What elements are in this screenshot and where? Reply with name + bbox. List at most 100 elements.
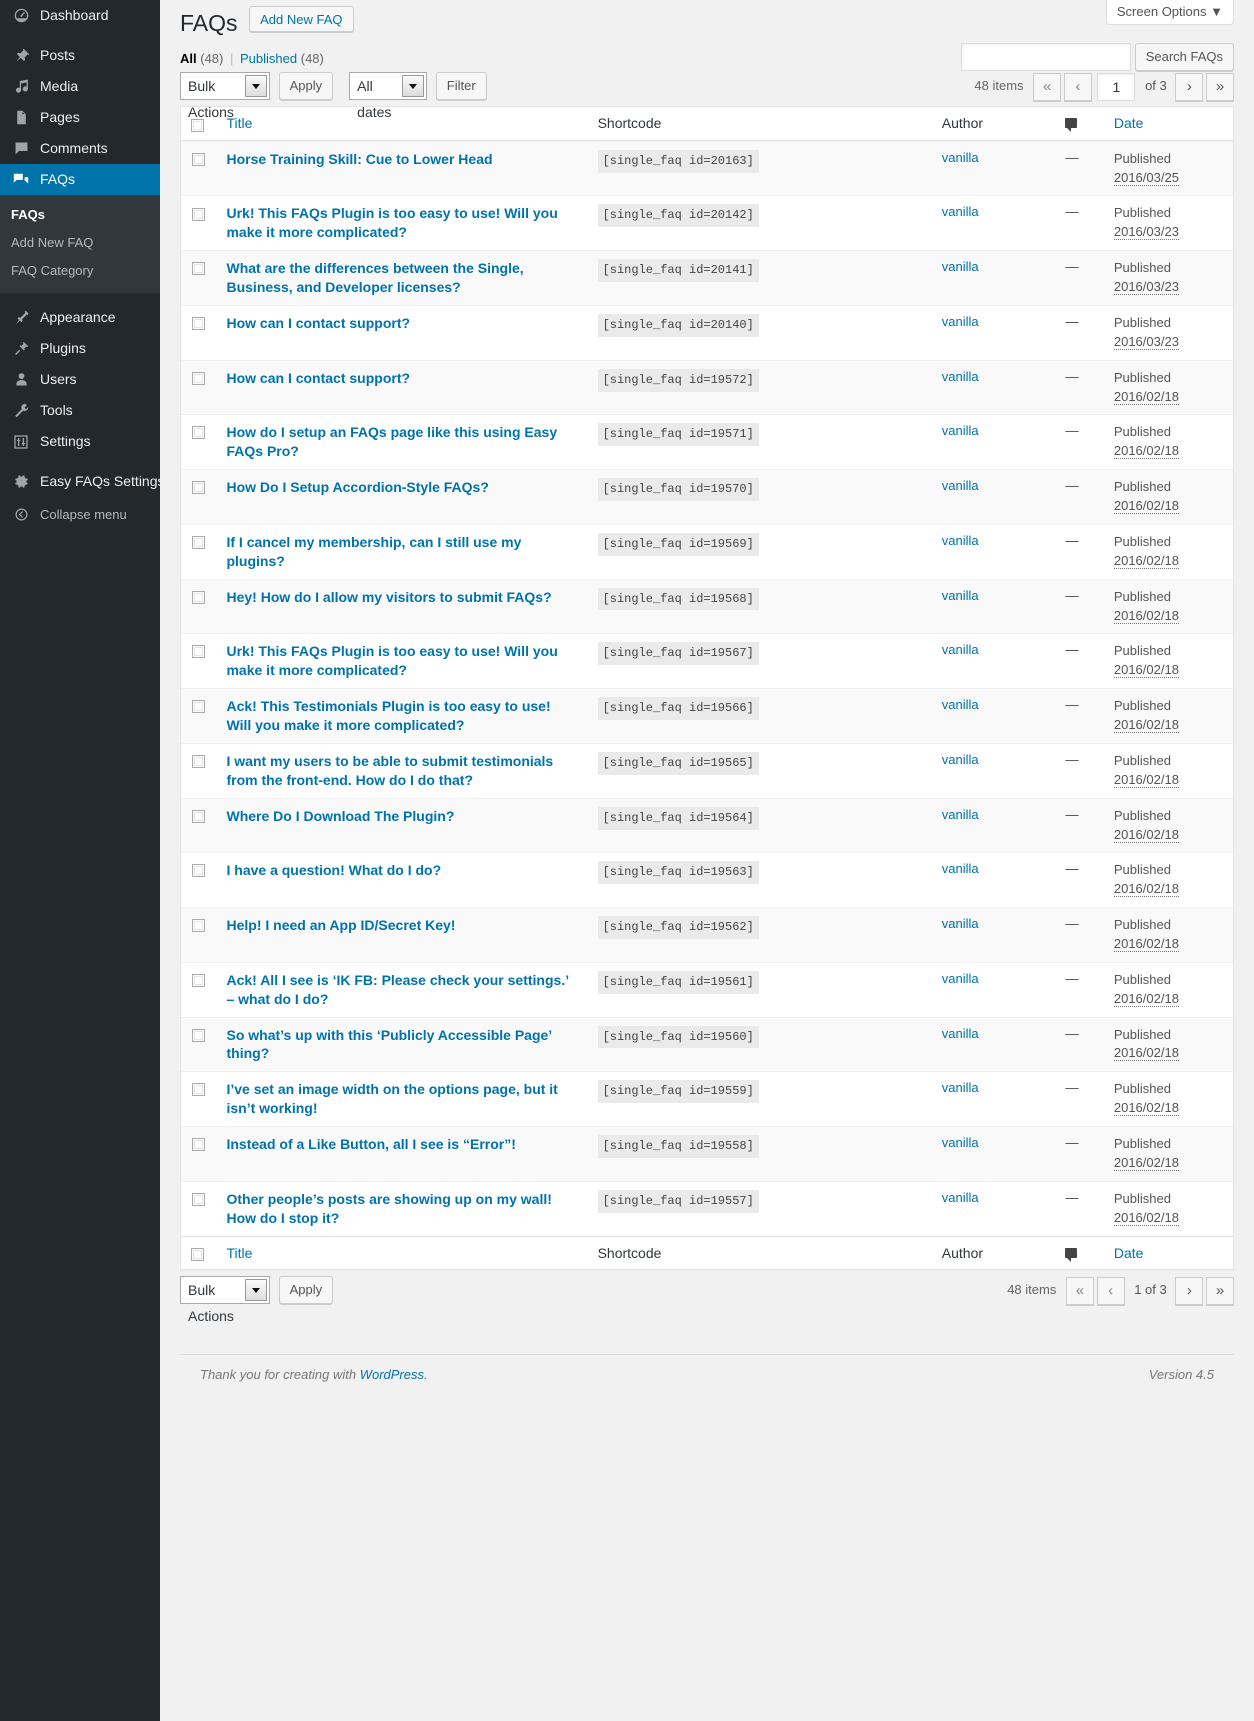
row-author-link[interactable]: vanilla: [942, 588, 979, 603]
row-title-link[interactable]: I’ve set an image width on the options p…: [226, 1080, 577, 1118]
wordpress-link[interactable]: WordPress: [360, 1367, 424, 1382]
sidebar-item-pages[interactable]: Pages: [0, 102, 160, 133]
row-author-link[interactable]: vanilla: [942, 369, 979, 384]
first-page-button-top[interactable]: «: [1033, 72, 1062, 101]
row-author-link[interactable]: vanilla: [942, 916, 979, 931]
prev-page-button-top[interactable]: ‹: [1063, 72, 1092, 101]
filter-published-link[interactable]: Published: [240, 51, 297, 66]
row-title-link[interactable]: Horse Training Skill: Cue to Lower Head: [226, 150, 577, 169]
sidebar-item-easy-faqs-settings[interactable]: Easy FAQs Settings: [0, 466, 165, 497]
next-page-button-top[interactable]: ›: [1175, 72, 1204, 101]
row-author-link[interactable]: vanilla: [942, 314, 979, 329]
row-title-link[interactable]: Urk! This FAQs Plugin is too easy to use…: [226, 204, 577, 242]
row-author-link[interactable]: vanilla: [942, 642, 979, 657]
submenu-item-faq-category[interactable]: FAQ Category: [0, 257, 160, 285]
row-checkbox[interactable]: [192, 262, 205, 276]
row-author-link[interactable]: vanilla: [942, 478, 979, 493]
row-author-link[interactable]: vanilla: [942, 752, 979, 767]
sidebar-item-plugins[interactable]: Plugins: [0, 333, 160, 364]
row-checkbox[interactable]: [192, 590, 205, 604]
filter-all-link[interactable]: All: [180, 51, 197, 66]
bulk-actions-select[interactable]: Bulk Actions: [180, 72, 270, 120]
sidebar-item-faqs[interactable]: FAQs: [0, 164, 168, 195]
row-checkbox[interactable]: [192, 1138, 205, 1152]
row-author-link[interactable]: vanilla: [942, 533, 979, 548]
select-all-checkbox-bottom[interactable]: [191, 1248, 204, 1262]
prev-page-button-bottom[interactable]: ‹: [1096, 1276, 1125, 1305]
row-title-link[interactable]: What are the differences between the Sin…: [226, 259, 577, 297]
row-author-link[interactable]: vanilla: [942, 971, 979, 986]
row-checkbox[interactable]: [192, 371, 205, 385]
row-title-link[interactable]: Hey! How do I allow my visitors to submi…: [226, 588, 577, 607]
row-author-link[interactable]: vanilla: [942, 259, 979, 274]
row-author-link[interactable]: vanilla: [942, 1080, 979, 1095]
first-page-button-bottom[interactable]: «: [1065, 1276, 1094, 1305]
row-checkbox[interactable]: [192, 809, 205, 823]
search-faqs-button[interactable]: Search FAQs: [1134, 43, 1234, 71]
row-checkbox[interactable]: [192, 1028, 205, 1042]
row-checkbox[interactable]: [192, 481, 205, 495]
row-author-link[interactable]: vanilla: [942, 423, 979, 438]
submenu-item-faqs[interactable]: FAQs: [0, 201, 160, 229]
row-title-link[interactable]: How do I setup an FAQs page like this us…: [226, 423, 577, 461]
all-dates-select[interactable]: All dates: [349, 72, 428, 120]
row-title-link[interactable]: Urk! This FAQs Plugin is too easy to use…: [226, 642, 577, 680]
row-title-link[interactable]: How can I contact support?: [226, 369, 577, 388]
sidebar-item-posts[interactable]: Posts: [0, 40, 160, 71]
search-input[interactable]: [961, 43, 1132, 71]
sidebar-item-users[interactable]: Users: [0, 364, 160, 395]
last-page-button-top[interactable]: »: [1206, 72, 1234, 101]
row-author-link[interactable]: vanilla: [942, 1135, 979, 1150]
row-author-link[interactable]: vanilla: [942, 807, 979, 822]
current-page-input-top[interactable]: 1: [1097, 72, 1136, 101]
row-author-link[interactable]: vanilla: [942, 1190, 979, 1205]
row-checkbox[interactable]: [192, 152, 205, 166]
row-title-link[interactable]: Other people’s posts are showing up on m…: [226, 1190, 577, 1228]
sort-date-link-bottom[interactable]: Date: [1114, 1245, 1144, 1261]
sidebar-item-settings[interactable]: Settings: [0, 426, 160, 457]
row-title-link[interactable]: I have a question! What do I do?: [226, 861, 577, 880]
add-new-faq-button[interactable]: Add New FAQ: [249, 6, 354, 32]
row-checkbox[interactable]: [192, 1192, 205, 1206]
row-checkbox[interactable]: [192, 426, 205, 440]
row-checkbox[interactable]: [192, 864, 205, 878]
row-checkbox[interactable]: [192, 317, 205, 331]
row-title-link[interactable]: How can I contact support?: [226, 314, 577, 333]
submenu-item-add-new-faq[interactable]: Add New FAQ: [0, 229, 160, 257]
row-checkbox[interactable]: [192, 207, 205, 221]
sidebar-item-tools[interactable]: Tools: [0, 395, 160, 426]
sort-title-link-bottom[interactable]: Title: [226, 1245, 252, 1261]
row-title-link[interactable]: Ack! All I see is ‘IK FB: Please check y…: [226, 971, 577, 1009]
apply-button-top[interactable]: Apply: [278, 72, 334, 100]
row-author-link[interactable]: vanilla: [942, 150, 979, 165]
row-checkbox[interactable]: [192, 754, 205, 768]
row-title-link[interactable]: Instead of a Like Button, all I see is “…: [226, 1135, 577, 1154]
row-checkbox[interactable]: [192, 645, 205, 659]
row-title-link[interactable]: Ack! This Testimonials Plugin is too eas…: [226, 697, 577, 735]
row-checkbox[interactable]: [192, 535, 205, 549]
row-title-link[interactable]: Where Do I Download The Plugin?: [226, 807, 577, 826]
row-author-link[interactable]: vanilla: [942, 204, 979, 219]
sort-date-link-top[interactable]: Date: [1114, 115, 1144, 131]
sidebar-item-dashboard[interactable]: Dashboard: [0, 0, 160, 31]
row-title-link[interactable]: So what’s up with this ‘Publicly Accessi…: [226, 1026, 577, 1064]
next-page-button-bottom[interactable]: ›: [1175, 1276, 1204, 1305]
screen-options-toggle[interactable]: Screen Options ▼: [1105, 0, 1234, 25]
collapse-menu-button[interactable]: Collapse menu: [0, 497, 160, 531]
row-checkbox[interactable]: [192, 700, 205, 714]
row-checkbox[interactable]: [192, 919, 205, 933]
last-page-button-bottom[interactable]: »: [1206, 1276, 1234, 1305]
row-title-link[interactable]: I want my users to be able to submit tes…: [226, 752, 577, 790]
bulk-actions-select-bottom[interactable]: Bulk Actions: [180, 1276, 270, 1324]
row-checkbox[interactable]: [192, 973, 205, 987]
row-title-link[interactable]: If I cancel my membership, can I still u…: [226, 533, 577, 571]
filter-button[interactable]: Filter: [435, 72, 487, 100]
sidebar-item-media[interactable]: Media: [0, 71, 160, 102]
row-title-link[interactable]: How Do I Setup Accordion-Style FAQs?: [226, 478, 577, 497]
row-checkbox[interactable]: [192, 1083, 205, 1097]
row-title-link[interactable]: Help! I need an App ID/Secret Key!: [226, 916, 577, 935]
sidebar-item-appearance[interactable]: Appearance: [0, 302, 160, 333]
row-author-link[interactable]: vanilla: [942, 697, 979, 712]
row-author-link[interactable]: vanilla: [942, 1026, 979, 1041]
apply-button-bottom[interactable]: Apply: [278, 1276, 334, 1305]
